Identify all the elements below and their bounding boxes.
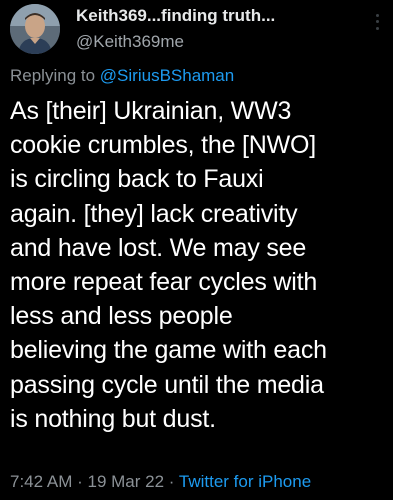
reply-mention-link[interactable]: @SiriusBShaman (100, 66, 234, 85)
avatar[interactable] (10, 4, 60, 54)
tweet-source-link[interactable]: Twitter for iPhone (179, 472, 311, 491)
more-options-icon[interactable] (372, 12, 382, 32)
author-handle[interactable]: @Keith369me (76, 30, 366, 54)
tweet-detail: Keith369...finding truth... @Keith369me … (0, 0, 393, 500)
avatar-image (10, 4, 60, 54)
more-dot (375, 13, 379, 17)
meta-separator: · (77, 472, 83, 491)
tweet-time[interactable]: 7:42 AM (10, 472, 72, 491)
replying-to-label: Replying to (10, 66, 96, 85)
replying-to-line: Replying to @SiriusBShaman (10, 64, 234, 88)
meta-separator: · (168, 472, 175, 491)
author-display-name[interactable]: Keith369...finding truth... (76, 4, 366, 28)
more-dot (375, 20, 379, 24)
tweet-text: As [their] Ukrainian, WW3 cookie crumble… (10, 97, 327, 433)
more-dot (375, 27, 379, 31)
tweet-header: Keith369...finding truth... @Keith369me (76, 4, 366, 54)
tweet-date[interactable]: 19 Mar 22 (88, 472, 165, 491)
tweet-meta: 7:42 AM · 19 Mar 22 · Twitter for iPhone (10, 470, 311, 494)
